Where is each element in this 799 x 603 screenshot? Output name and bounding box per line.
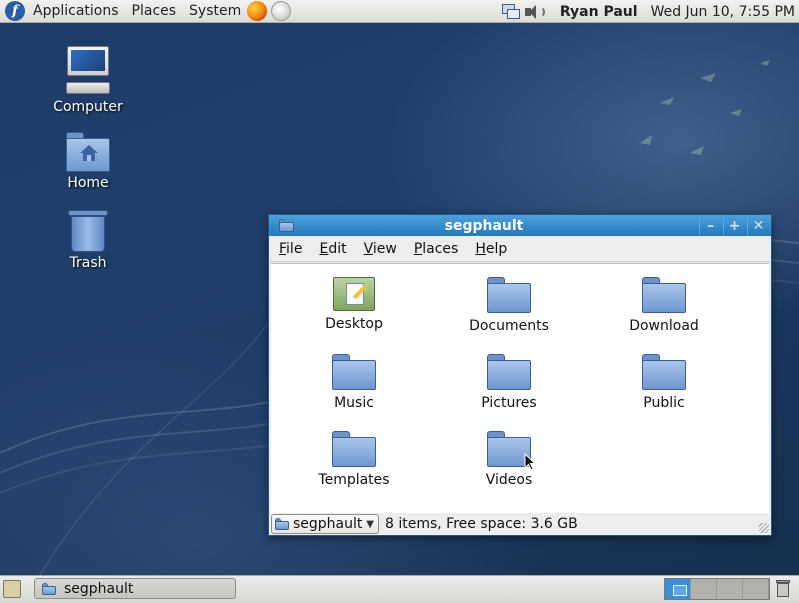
system-tray: Ryan Paul Wed Jun 10, 7:55 PM: [500, 0, 799, 23]
trash-applet-icon[interactable]: [772, 579, 794, 599]
workspace-3[interactable]: [717, 579, 743, 599]
desktop-icon-trash[interactable]: Trash: [43, 210, 133, 271]
menu-system[interactable]: System: [189, 3, 241, 19]
folder-label: Templates: [318, 472, 390, 488]
desktop-icon-home[interactable]: Home: [43, 132, 133, 191]
volume-icon[interactable]: [524, 3, 546, 21]
workspace-2[interactable]: [691, 579, 717, 599]
folder-label: Public: [643, 395, 685, 411]
folder-icon: [487, 277, 531, 313]
menu-places[interactable]: Places: [414, 241, 459, 257]
folder-item-public[interactable]: Public: [609, 354, 719, 411]
resize-grip[interactable]: [759, 523, 769, 533]
folder-icon: [332, 354, 376, 390]
clock[interactable]: Wed Jun 10, 7:55 PM: [651, 4, 795, 20]
folder-label: Desktop: [325, 316, 383, 332]
user-switcher[interactable]: Ryan Paul: [560, 4, 638, 20]
desktop-icon-computer[interactable]: Computer: [43, 46, 133, 115]
folder-icon: [42, 582, 56, 595]
folder-item-pictures[interactable]: Pictures: [454, 354, 564, 411]
close-button[interactable]: ✕: [747, 216, 769, 235]
mouse-pointer-icon: [524, 453, 536, 471]
folder-item-templates[interactable]: Templates: [299, 431, 409, 488]
folder-item-documents[interactable]: Documents: [454, 277, 564, 334]
workspace-switcher: [664, 578, 770, 600]
computer-icon: [64, 46, 112, 96]
chevron-down-icon: ▼: [366, 518, 374, 530]
window-folder-icon: [279, 219, 294, 232]
network-icon[interactable]: [500, 3, 522, 21]
folder-icon: [487, 354, 531, 390]
folder-icon: [642, 354, 686, 390]
folder-label: Music: [334, 395, 374, 411]
file-manager-window: segphault – + ✕ File Edit View Places He…: [268, 214, 772, 536]
workspace-4[interactable]: [743, 579, 769, 599]
folder-icon: [332, 431, 376, 467]
menu-places[interactable]: Places: [132, 3, 177, 19]
folder-item-videos[interactable]: Videos: [454, 431, 564, 488]
menu-help[interactable]: Help: [475, 241, 507, 257]
desktop-icon-label: Computer: [53, 99, 123, 115]
folder-label: Pictures: [481, 395, 537, 411]
menu-applications[interactable]: Applications: [33, 3, 119, 19]
fedora-logo-icon[interactable]: f: [5, 1, 25, 21]
status-text: 8 items, Free space: 3.6 GB: [385, 516, 578, 532]
location-value: segphault: [293, 516, 363, 532]
taskbar-button-segphault[interactable]: segphault: [34, 578, 236, 599]
folder-label: Download: [629, 318, 699, 334]
folder-label: Documents: [469, 318, 549, 334]
workspace-1[interactable]: [665, 579, 691, 599]
taskbar-label: segphault: [64, 580, 134, 597]
folder-item-music[interactable]: Music: [299, 354, 409, 411]
status-bar: segphault ▼ 8 items, Free space: 3.6 GB: [269, 513, 771, 535]
folder-icon: [275, 518, 289, 530]
mail-launcher-icon[interactable]: [271, 1, 292, 21]
window-title: segphault: [444, 217, 524, 234]
menu-edit[interactable]: Edit: [319, 241, 346, 257]
trash-icon: [68, 210, 108, 252]
folder-item-desktop[interactable]: Desktop: [299, 277, 409, 332]
window-menubar: File Edit View Places Help: [269, 236, 771, 262]
window-titlebar[interactable]: segphault – + ✕: [269, 215, 771, 236]
location-select[interactable]: segphault ▼: [271, 514, 379, 534]
minimize-button[interactable]: –: [699, 216, 721, 235]
firefox-launcher-icon[interactable]: [247, 1, 268, 21]
folder-icon: [642, 277, 686, 313]
file-view[interactable]: Desktop Documents Download Music Picture…: [271, 263, 769, 514]
desktop-folder-icon: [333, 277, 375, 311]
maximize-button[interactable]: +: [723, 216, 745, 235]
folder-item-download[interactable]: Download: [609, 277, 719, 334]
menu-view[interactable]: View: [364, 241, 397, 257]
top-panel: f Applications Places System Ryan Paul W…: [0, 0, 799, 23]
desktop-icon-label: Home: [67, 175, 109, 191]
bottom-panel: segphault: [0, 575, 799, 603]
folder-label: Videos: [485, 472, 533, 488]
show-desktop-icon[interactable]: [3, 580, 21, 598]
home-folder-icon: [66, 132, 110, 172]
desktop-icon-label: Trash: [69, 255, 107, 271]
menu-file[interactable]: File: [279, 241, 302, 257]
